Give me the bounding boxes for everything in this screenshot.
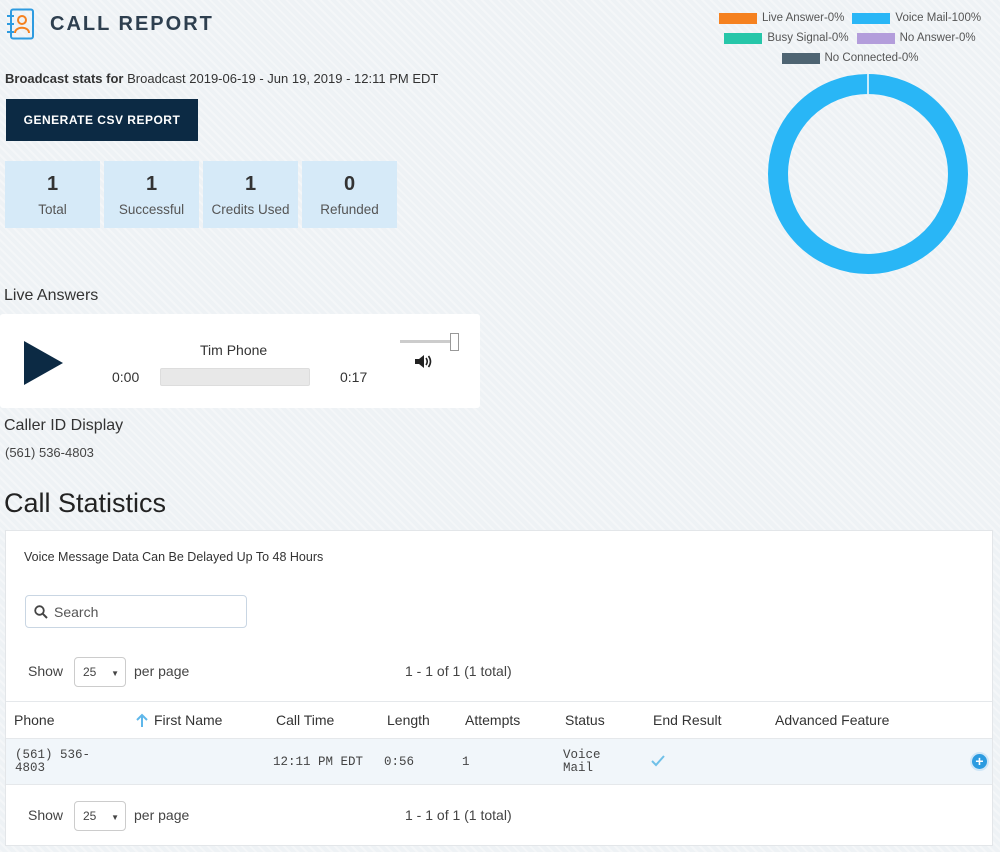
column-advanced-feature[interactable]: Advanced Feature [775, 712, 889, 728]
pager-top: Show 25 ▼ per page 1 - 1 of 1 (1 total) [6, 657, 994, 687]
delay-note: Voice Message Data Can Be Delayed Up To … [24, 550, 324, 564]
show-label: Show [28, 663, 64, 679]
pager-bottom: Show 25 ▼ per page 1 - 1 of 1 (1 total) [6, 801, 994, 831]
live-answers-heading: Live Answers [4, 287, 99, 304]
cell-attempts: 1 [462, 755, 470, 769]
sort-arrow-up-icon[interactable] [136, 713, 148, 727]
cell-call-time: 12:11 PM EDT [273, 755, 364, 769]
column-phone[interactable]: Phone [14, 712, 54, 728]
search-placeholder: Search [54, 603, 99, 620]
stat-value: 1 [244, 172, 257, 195]
stat-refunded: 0 Refunded [302, 161, 397, 228]
caller-id-heading: Caller ID Display [4, 417, 124, 434]
stat-label: Credits Used [211, 201, 290, 217]
play-icon[interactable] [22, 340, 64, 386]
column-status[interactable]: Status [565, 712, 605, 728]
caret-down-icon: ▼ [111, 669, 119, 678]
legend-label: Voice Mail-100% [895, 12, 982, 24]
stat-tiles: 1 Total 1 Successful 1 Credits Used 0 Re… [5, 161, 397, 228]
stat-label: Total [38, 201, 67, 217]
per-page-select[interactable]: 25 ▼ [74, 801, 126, 831]
duration: 0:17 [340, 369, 368, 385]
generate-csv-button[interactable]: GENERATE CSV REPORT [6, 99, 198, 141]
legend-swatch [724, 32, 763, 44]
stat-value: 1 [46, 172, 59, 195]
legend-item-no-connected[interactable]: No Connected-0% [781, 52, 919, 64]
table-row[interactable]: (561) 536- 4803 12:11 PM EDT 0:56 1 Voic… [6, 739, 992, 785]
expand-row-button[interactable]: + [970, 752, 989, 771]
legend-item-no-answer[interactable]: No Answer-0% [856, 32, 976, 44]
broadcast-stats: Broadcast stats for Broadcast 2019-06-19… [5, 71, 438, 86]
legend-swatch [856, 32, 895, 44]
pagination-range: 1 - 1 of 1 (1 total) [405, 807, 512, 823]
contact-book-icon [7, 8, 34, 40]
broadcast-stats-value: Broadcast 2019-06-19 - Jun 19, 2019 - 12… [127, 71, 439, 86]
call-result-donut-chart [768, 74, 968, 274]
donut-slice-voice-mail[interactable] [768, 74, 968, 274]
stat-credits-used: 1 Credits Used [203, 161, 298, 228]
stat-label: Refunded [320, 201, 379, 217]
progress-bar[interactable] [160, 368, 310, 386]
current-time: 0:00 [112, 369, 140, 385]
cell-length: 0:56 [384, 755, 415, 769]
per-page-label: per page [134, 807, 190, 823]
stat-value: 0 [343, 172, 356, 195]
show-label: Show [28, 807, 64, 823]
column-call-time[interactable]: Call Time [276, 712, 334, 728]
call-statistics-panel: Voice Message Data Can Be Delayed Up To … [5, 530, 993, 846]
call-statistics-title: Call Statistics [4, 488, 167, 518]
stat-total: 1 Total [5, 161, 100, 228]
audio-player: Tim Phone 0:00 0:17 [0, 314, 480, 408]
chart-legend: Live Answer-0% Voice Mail-100% Busy Sign… [700, 8, 1000, 68]
per-page-select[interactable]: 25 ▼ [74, 657, 126, 687]
broadcast-stats-label: Broadcast stats for [5, 71, 124, 86]
column-attempts[interactable]: Attempts [465, 712, 520, 728]
legend-swatch [781, 52, 820, 64]
column-first-name[interactable]: First Name [154, 712, 222, 728]
per-page-value: 25 [83, 665, 97, 679]
legend-swatch [718, 12, 757, 24]
legend-label: Busy Signal-0% [767, 32, 849, 44]
volume-slider[interactable] [400, 340, 456, 343]
search-icon [34, 604, 48, 619]
cell-status-line2: Mail [563, 761, 594, 775]
per-page-value: 25 [83, 809, 97, 823]
per-page-label: per page [134, 663, 190, 679]
legend-label: No Connected-0% [824, 52, 919, 64]
pagination-range: 1 - 1 of 1 (1 total) [405, 663, 512, 679]
legend-label: No Answer-0% [899, 32, 976, 44]
legend-item-busy-signal[interactable]: Busy Signal-0% [724, 32, 849, 44]
cell-phone-line2: 4803 [15, 761, 46, 775]
legend-label: Live Answer-0% [761, 12, 845, 24]
legend-item-voice-mail[interactable]: Voice Mail-100% [852, 12, 981, 24]
column-length[interactable]: Length [387, 712, 430, 728]
legend-swatch [852, 12, 891, 24]
stat-value: 1 [145, 172, 158, 195]
caret-down-icon: ▼ [111, 813, 119, 822]
volume-handle[interactable] [450, 333, 459, 351]
search-input[interactable]: Search [25, 595, 247, 628]
page-title: CALL REPORT [50, 12, 214, 35]
check-icon [651, 755, 665, 767]
stat-label: Successful [118, 201, 185, 217]
table-header: Phone First Name Call Time Length Attemp… [6, 701, 992, 739]
speaker-icon[interactable] [415, 354, 433, 369]
caller-id-value: (561) 536-4803 [5, 445, 94, 460]
track-name: Tim Phone [200, 342, 268, 358]
stat-successful: 1 Successful [104, 161, 199, 228]
page-header: CALL REPORT [6, 8, 214, 40]
legend-item-live-answer[interactable]: Live Answer-0% [718, 12, 845, 24]
column-end-result[interactable]: End Result [653, 712, 721, 728]
